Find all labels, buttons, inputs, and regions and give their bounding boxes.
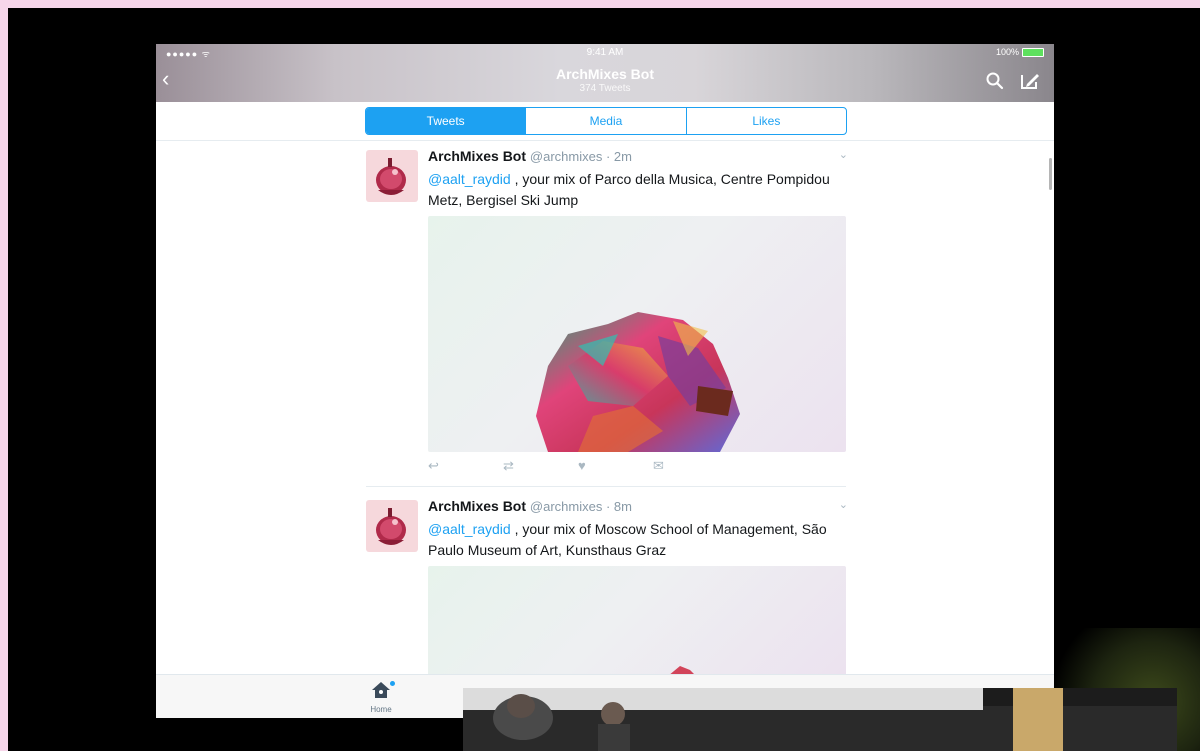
reply-icon[interactable]: ↩: [428, 458, 503, 476]
home-icon: [372, 682, 390, 698]
frame-edge-left: [0, 0, 8, 751]
search-icon[interactable]: [986, 72, 1004, 90]
tab-tweets[interactable]: Tweets: [366, 108, 526, 134]
author-handle-time: @archmixes · 8m: [529, 499, 632, 514]
tab-media[interactable]: Media: [525, 108, 685, 134]
divider: [156, 140, 1054, 141]
tweet-image[interactable]: [428, 216, 846, 452]
architecture-render: [668, 666, 696, 676]
battery-indicator: 100%: [996, 47, 1044, 57]
battery-icon: [1022, 47, 1044, 57]
frame-edge-top: [0, 0, 1200, 8]
avatar[interactable]: [366, 500, 418, 552]
chevron-down-icon[interactable]: ⌄: [839, 498, 848, 511]
battery-percent: 100%: [995, 47, 1019, 57]
status-time: 9:41 AM: [586, 47, 624, 58]
retweet-icon[interactable]: ⇄: [503, 458, 578, 476]
scrollbar[interactable]: [1049, 158, 1052, 190]
author-handle-time: @archmixes · 2m: [529, 149, 632, 164]
architecture-render: [536, 312, 740, 452]
tweet-text: @aalt_raydid , your mix of Moscow School…: [428, 519, 848, 561]
page-title: ArchMixes Bot: [555, 66, 655, 82]
tweet-count: 374 Tweets: [579, 83, 631, 94]
mention-link[interactable]: @aalt_raydid: [428, 171, 511, 187]
like-icon[interactable]: ♥: [578, 458, 653, 476]
tweet-image[interactable]: [428, 566, 846, 676]
navigation-bar: ●●●●● ᯤ 9:41 AM 100% ‹ ArchMixes Bot 374…: [156, 44, 1054, 102]
mention-link[interactable]: @aalt_raydid: [428, 521, 511, 537]
direct-message-icon[interactable]: ✉: [653, 458, 728, 476]
tab-home[interactable]: Home: [364, 681, 398, 714]
author-name[interactable]: ArchMixes Bot: [428, 148, 526, 164]
notification-dot: [390, 681, 395, 686]
tab-home-label: Home: [370, 705, 392, 714]
tweet-header: ArchMixes Bot @archmixes · 2m: [428, 148, 828, 164]
compose-icon[interactable]: [1020, 72, 1040, 90]
tab-likes[interactable]: Likes: [685, 108, 846, 134]
tweet-actions: ↩ ⇄ ♥ ✉: [428, 458, 728, 476]
chevron-down-icon[interactable]: ⌄: [839, 148, 848, 161]
tweet-header: ArchMixes Bot @archmixes · 8m: [428, 498, 828, 514]
tweet-text: @aalt_raydid , your mix of Parco della M…: [428, 169, 848, 211]
tweet-divider: [366, 486, 846, 487]
profile-tabs: Tweets Media Likes: [365, 107, 847, 135]
avatar[interactable]: [366, 150, 418, 202]
author-name[interactable]: ArchMixes Bot: [428, 498, 526, 514]
video-overlay-photo: [463, 688, 1177, 751]
tablet-screen: ●●●●● ᯤ 9:41 AM 100% ‹ ArchMixes Bot 374…: [156, 44, 1054, 718]
